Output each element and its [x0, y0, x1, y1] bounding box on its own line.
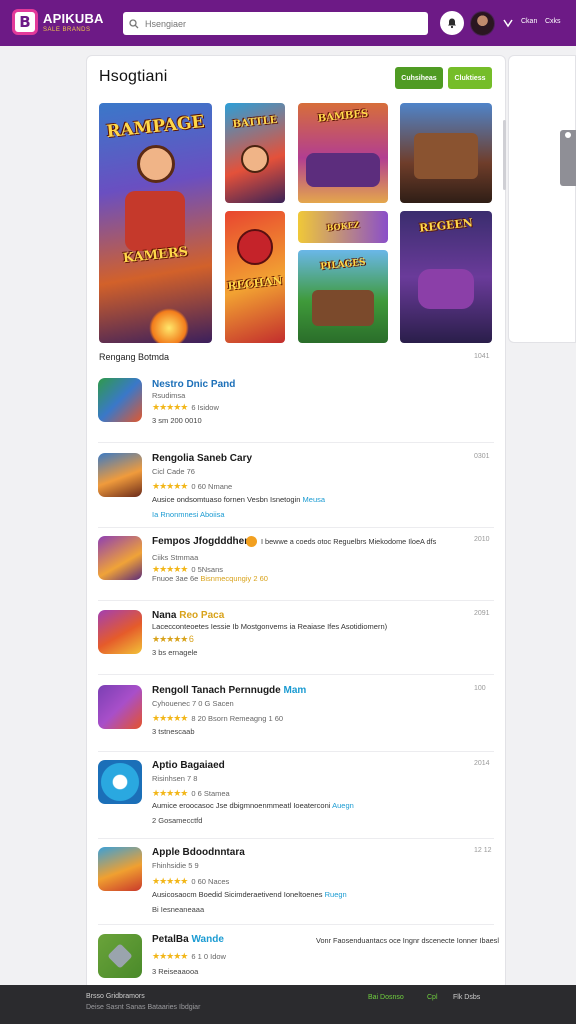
secondary-button[interactable]: Cluktiess [448, 67, 492, 89]
rating-stars: ★★★★★ [152, 402, 188, 412]
section-title: Rengang Botmda [99, 352, 170, 362]
featured-tile-6[interactable]: BOKEZ [298, 211, 388, 243]
featured-tile-4[interactable] [400, 103, 492, 203]
search-input[interactable] [145, 18, 405, 29]
app-icon [98, 760, 142, 804]
app-icon [98, 685, 142, 729]
featured-tile-5[interactable]: RECHAN [225, 211, 285, 343]
search-bar[interactable] [123, 12, 428, 35]
footer-link-1[interactable]: Bai Dosnso [368, 994, 404, 1001]
drawer-dot-icon [565, 132, 571, 138]
section-count: 1041 [474, 353, 490, 360]
featured-tile-2[interactable]: BATTLE [225, 103, 285, 203]
scrollbar[interactable] [503, 120, 506, 190]
app-icon [98, 453, 142, 497]
rating-stars: ★★★★★ [152, 788, 188, 798]
app-link[interactable]: Ia Rnonmnesi Aboiisa [152, 510, 225, 519]
footer-link-3[interactable]: Flk Dsbs [453, 994, 480, 1001]
app-icon [98, 610, 142, 654]
featured-tile-3[interactable]: BAMBES [298, 103, 388, 203]
app-link[interactable]: Auegn [332, 801, 354, 810]
topnav-link-1[interactable]: Ckan [521, 18, 537, 25]
featured-tile-8[interactable]: REGEEN [400, 211, 492, 343]
app-icon [98, 934, 142, 978]
badge-icon [246, 536, 257, 547]
share-icon[interactable] [503, 18, 513, 28]
topnav-link-2[interactable]: Cxks [545, 18, 561, 25]
footer-title: Brsso Gridbramors [86, 993, 145, 1000]
featured-tile-1[interactable]: RAMPAGE KAMERS [99, 103, 212, 343]
app-icon [98, 536, 142, 580]
app-subtitle: SALE BRANDS [43, 26, 91, 33]
rating-stars: ★★★★★ [152, 564, 188, 574]
rating-stars: ★★★★★ [152, 713, 188, 723]
logo-mark-icon: B [12, 9, 38, 35]
search-icon [129, 18, 139, 28]
notification-button[interactable] [440, 11, 464, 35]
side-drawer-handle[interactable] [560, 130, 576, 186]
rating-stars: ★★★★★ [152, 481, 188, 491]
rating-stars: ★★★★★ [152, 951, 188, 961]
side-panel [508, 55, 576, 343]
app-title: APIKUBA [43, 10, 104, 26]
app-logo[interactable]: B APIKUBA SALE BRANDS [12, 9, 104, 35]
app-link[interactable]: Ruegn [325, 890, 347, 899]
page-title: Hsogtiani [99, 68, 168, 85]
user-avatar[interactable] [470, 11, 495, 36]
rating-stars: ★★★★★ 6 [152, 634, 194, 644]
featured-tile-7[interactable]: PILAGES [298, 250, 388, 343]
bell-icon [448, 18, 456, 29]
app-link[interactable]: Meusa [303, 495, 326, 504]
footer-links[interactable]: Deise Sasnt Sanas Bataaries Ibdgiar [86, 1004, 200, 1011]
app-icon [98, 378, 142, 422]
footer-link-2[interactable]: Cpl [427, 994, 438, 1001]
primary-button[interactable]: Cuhsiheas [395, 67, 443, 89]
app-icon [98, 847, 142, 891]
rating-stars: ★★★★★ [152, 876, 188, 886]
